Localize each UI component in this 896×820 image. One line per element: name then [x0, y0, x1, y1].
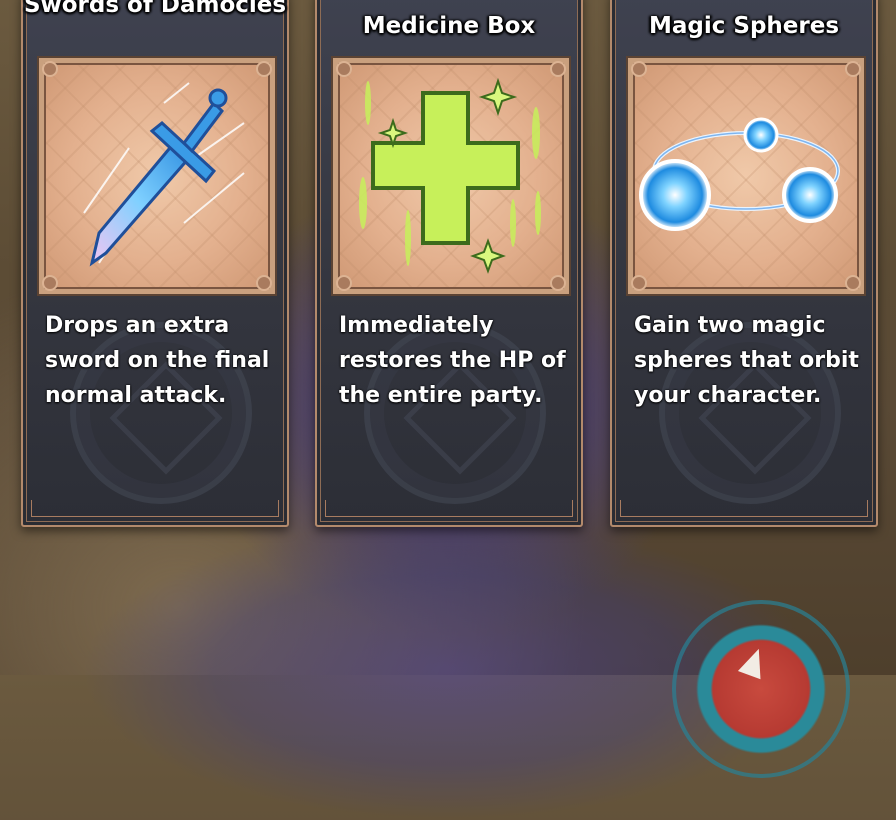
skill-card-medicine-box[interactable]: Medicine Box Immediately restores the HP…: [315, 0, 583, 527]
card-title: Medicine Box: [362, 13, 536, 39]
card-description: Immediately restores the HP of the entir…: [339, 313, 566, 408]
skill-card-magic-spheres[interactable]: Magic Spheres Gain two magic spheres tha…: [610, 0, 878, 527]
card-title: Swords of Damocles: [23, 0, 287, 18]
card-description: Gain two magic spheres that orbit your c…: [634, 313, 859, 408]
card-icon-frame: [39, 58, 275, 294]
magic-spheres-icon: [639, 117, 840, 231]
skill-card-swords-of-damocles[interactable]: Swords of Damocles Drops an extra sword …: [21, 0, 289, 527]
attack-button[interactable]: [672, 600, 850, 778]
card-title: Magic Spheres: [648, 13, 840, 39]
green-cross-icon: [359, 77, 541, 274]
card-description: Drops an extra sword on the final normal…: [45, 313, 270, 408]
card-icon-frame: [628, 58, 864, 294]
sword-icon: [83, 82, 245, 267]
card-icon-frame: [333, 58, 569, 294]
